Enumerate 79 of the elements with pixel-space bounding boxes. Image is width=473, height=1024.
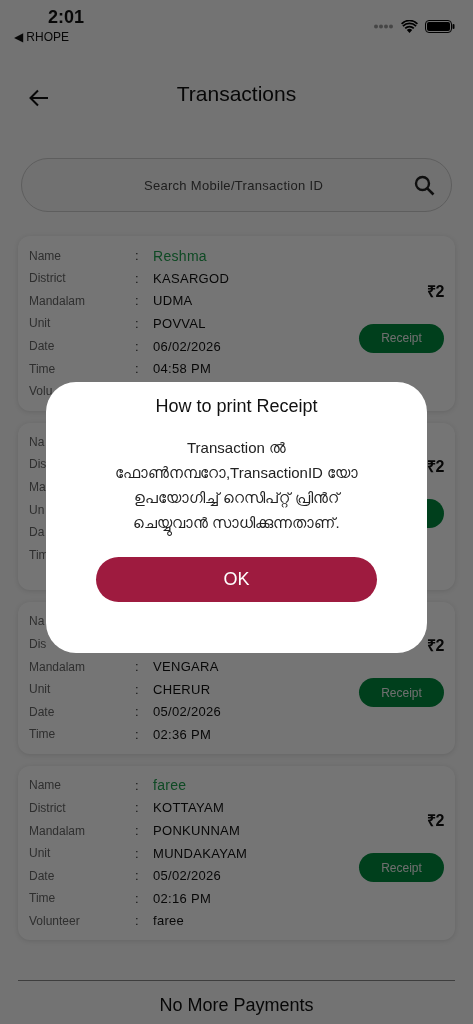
colon-separator: : (135, 248, 140, 263)
back-to-app-link[interactable]: ◀ RHOPE (14, 28, 85, 46)
field-value: 02:16 PM (153, 890, 212, 906)
field-value: CHERUR (153, 681, 211, 697)
colon-separator: : (135, 316, 140, 331)
colon-separator: : (135, 845, 140, 861)
field-label: Un (29, 502, 46, 517)
colon-separator: : (135, 270, 140, 286)
search-field[interactable]: Search Mobile/Transaction ID (21, 158, 452, 212)
field-label: Unit (29, 846, 52, 861)
field-label: Ma (29, 480, 47, 495)
field-value: UDMA (153, 293, 193, 309)
receipt-button[interactable]: Receipt (359, 323, 444, 353)
colon-separator: : (135, 868, 140, 884)
field-value: 05/02/2026 (153, 868, 222, 884)
signal-icon (374, 23, 394, 29)
colon-separator: : (135, 681, 140, 697)
field-label: Date (29, 868, 56, 883)
field-label: Na (29, 614, 46, 629)
field-label: Na (29, 434, 46, 449)
field-label: Date (29, 704, 56, 719)
ok-button[interactable]: OK (96, 557, 377, 602)
field-label: Volu (29, 384, 54, 399)
field-label: Dis (29, 637, 48, 651)
wifi-icon (401, 19, 418, 33)
search-icon[interactable] (414, 175, 435, 196)
colon-separator: : (135, 726, 140, 742)
colon-separator: : (135, 890, 140, 906)
colon-separator: : (135, 777, 140, 793)
field-value: Reshma (153, 247, 207, 264)
field-value: VENGARA (153, 659, 219, 675)
colon-separator: : (135, 704, 140, 720)
field-label: Mandalam (29, 293, 87, 308)
end-of-list-message: No More Payments (159, 995, 314, 1016)
amount: ₹2 (427, 456, 444, 477)
status-time: 2:01 (48, 6, 85, 28)
field-value: faree (153, 913, 185, 929)
colon-separator: : (135, 338, 140, 354)
field-label: Time (29, 727, 57, 742)
field-value: KOTTAYAM (153, 800, 224, 816)
battery-icon (425, 19, 455, 33)
page-title: Transactions (176, 82, 297, 106)
field-label: Time (29, 361, 57, 376)
field-label: Name (29, 248, 62, 263)
field-label: Unit (29, 682, 52, 697)
amount: ₹2 (427, 281, 444, 302)
dialog-message: Transaction ൽ ഫോൺനമ്പറോ,TransactionID യോ ഉപയോഗിച്ച് റെസിപ്റ്റ് പ്രിൻറ് ചെയ്യുവാൻ സാധിക്കുന്നതാണ്. (96, 435, 377, 535)
field-value: POVVAL (153, 316, 206, 331)
field-label: Da (29, 525, 46, 540)
field-label: District (29, 271, 67, 286)
colon-separator: : (135, 800, 140, 816)
colon-separator: : (135, 659, 140, 675)
amount: ₹2 (427, 811, 444, 832)
receipt-button[interactable]: Receipt (359, 853, 444, 883)
field-label: Time (29, 891, 57, 906)
field-value: 06/02/2026 (153, 338, 222, 354)
field-label: District (29, 801, 67, 815)
back-arrow-icon[interactable] (29, 89, 49, 107)
field-label: Date (29, 339, 56, 354)
field-value: faree (153, 777, 187, 794)
colon-separator: : (135, 913, 140, 929)
field-value: 04:58 PM (153, 361, 212, 377)
dialog-title: How to print Receipt (155, 396, 318, 417)
amount: ₹2 (427, 636, 444, 657)
colon-separator: : (135, 361, 140, 377)
field-value: MUNDAKAYAM (153, 845, 248, 861)
field-label: Dis (29, 457, 48, 472)
receipt-button[interactable]: Receipt (359, 678, 444, 708)
field-label: Unit (29, 316, 52, 331)
field-label: Volunteer (29, 913, 81, 928)
colon-separator: : (135, 823, 140, 839)
field-label: Mandalam (29, 823, 87, 838)
field-value: 05/02/2026 (153, 704, 222, 720)
field-value: PONKUNNAM (153, 823, 241, 839)
field-label: Mandalam (29, 659, 87, 674)
colon-separator: : (135, 293, 140, 309)
field-value: KASARGOD (153, 270, 230, 286)
field-value: 02:36 PM (153, 726, 212, 742)
field-label: Name (29, 778, 62, 793)
